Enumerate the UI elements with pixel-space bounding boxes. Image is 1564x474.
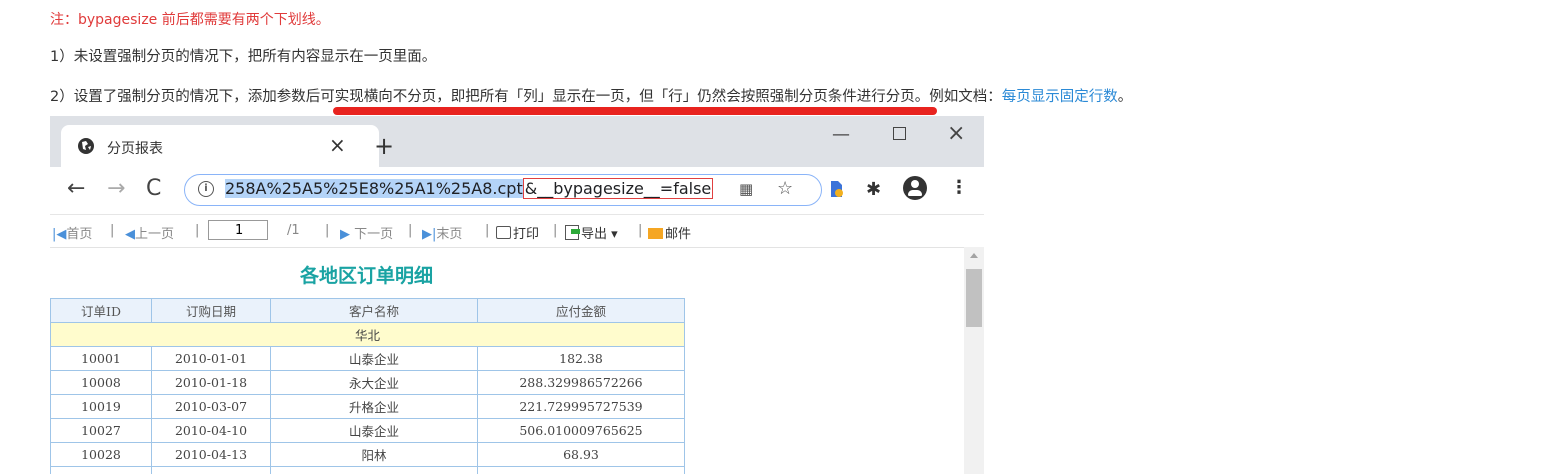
address-bar[interactable]: i 258A%25A5%25E8%25A1%25A8.cpt &__bypages…	[184, 174, 822, 206]
doc-line-2-text: 2）设置了强制分页的情况下，添加参数后可实现横向不分页，即把所有「列」显示在一页…	[50, 89, 1002, 105]
table-row: 10001 2010-01-01 山泰企业 182.38	[50, 346, 685, 371]
prev-page-icon: ◀	[125, 227, 135, 242]
table-cell	[477, 466, 685, 474]
last-page-button[interactable]: ▶|末页	[422, 223, 462, 242]
table-cell: 山泰企业	[270, 346, 478, 371]
extension-download-icon[interactable]	[828, 180, 844, 198]
forward-arrow-icon[interactable]: →	[107, 176, 125, 201]
extensions-puzzle-icon[interactable]: ✱	[866, 179, 881, 200]
table-cell	[50, 466, 152, 474]
maximize-icon[interactable]	[893, 127, 906, 140]
prev-page-button[interactable]: ◀上一页	[125, 223, 174, 242]
table-row: 10027 2010-04-10 山泰企业 506.010009765625	[50, 418, 685, 443]
report-title: 各地区订单明细	[299, 265, 433, 287]
table-cell	[270, 466, 478, 474]
table-cell: 506.010009765625	[477, 418, 685, 443]
browser-toolbar: ← → C i 258A%25A5%25E8%25A1%25A8.cpt &__b…	[50, 167, 984, 214]
total-pages: /1	[287, 223, 300, 238]
url-param: &__bypagesize__=false	[522, 178, 714, 199]
info-icon[interactable]: i	[198, 181, 214, 197]
column-header: 订单ID	[50, 298, 152, 323]
tab-close-button[interactable]: ×	[329, 133, 346, 157]
table-cell: 10019	[50, 394, 152, 419]
reload-icon[interactable]: C	[146, 176, 161, 201]
table-row-partial	[50, 466, 685, 474]
back-arrow-icon[interactable]: ←	[67, 176, 85, 201]
separator: |	[195, 223, 200, 238]
next-page-icon: ▶	[340, 227, 350, 242]
export-button[interactable]: 导出 ▾	[565, 223, 618, 242]
mail-button[interactable]: 邮件	[648, 223, 691, 242]
table-cell: 182.38	[477, 346, 685, 371]
profile-avatar-icon[interactable]	[903, 176, 927, 200]
scroll-up-icon[interactable]	[970, 253, 978, 258]
table-cell: 10027	[50, 418, 152, 443]
print-button[interactable]: 打印	[496, 223, 539, 242]
minimize-icon[interactable]: —	[832, 124, 850, 145]
table-cell: 阳林	[270, 442, 478, 467]
export-icon	[565, 225, 580, 240]
table-row: 10008 2010-01-18 永大企业 288.329986572266	[50, 370, 685, 395]
vertical-scrollbar[interactable]	[964, 247, 984, 474]
column-header: 订购日期	[151, 298, 271, 323]
globe-icon	[78, 138, 94, 154]
bookmark-star-icon[interactable]: ☆	[777, 178, 793, 199]
table-cell: 2010-01-01	[151, 346, 271, 371]
separator: |	[485, 223, 490, 238]
separator: |	[553, 223, 558, 238]
new-tab-button[interactable]: +	[374, 134, 394, 158]
url-text[interactable]: 258A%25A5%25E8%25A1%25A8.cpt &__bypagesiz…	[225, 178, 714, 199]
table-header-row: 订单ID 订购日期 客户名称 应付金额	[50, 298, 685, 323]
print-icon	[496, 226, 511, 239]
column-header: 应付金额	[477, 298, 685, 323]
table-cell: 221.729995727539	[477, 394, 685, 419]
url-base: 258A%25A5%25E8%25A1%25A8.cpt	[225, 179, 523, 198]
last-page-icon: ▶|	[422, 227, 437, 242]
table-cell: 永大企业	[270, 370, 478, 395]
table-cell: 2010-04-13	[151, 442, 271, 467]
window-close-icon[interactable]: ×	[947, 121, 965, 146]
browser-tab[interactable]: 分页报表 ×	[61, 125, 379, 167]
menu-kebab-icon[interactable]: ⋮	[950, 177, 968, 198]
table-cell: 68.93	[477, 442, 685, 467]
separator: |	[325, 223, 330, 238]
report-table: 订单ID 订购日期 客户名称 应付金额 华北 10001 2010-01-01 …	[50, 298, 685, 474]
table-cell: 山泰企业	[270, 418, 478, 443]
table-cell: 2010-03-07	[151, 394, 271, 419]
region-cell: 华北	[50, 322, 685, 347]
mail-icon	[648, 228, 663, 239]
region-row: 华北	[50, 322, 685, 347]
table-row: 10028 2010-04-13 阳林 68.93	[50, 442, 685, 467]
table-cell: 升格企业	[270, 394, 478, 419]
browser-window: 分页报表 × + — × ← → C i 258A%25A5%25E8%25A1…	[50, 116, 984, 474]
separator: |	[110, 223, 115, 238]
note-text: 注：bypagesize 前后都需要有两个下划线。	[50, 12, 330, 28]
table-cell	[151, 466, 271, 474]
first-page-button[interactable]: |◀首页	[52, 223, 92, 242]
tab-title: 分页报表	[107, 141, 163, 157]
table-cell: 10008	[50, 370, 152, 395]
red-highlight-underline	[333, 107, 937, 115]
column-header: 客户名称	[270, 298, 478, 323]
report-page: |◀首页 | ◀上一页 | 1 /1 | ▶ 下一页 | ▶|末页 | 打印 |…	[50, 214, 984, 474]
separator: |	[408, 223, 413, 238]
fixed-rows-link[interactable]: 每页显示固定行数	[1002, 89, 1118, 105]
separator: |	[638, 223, 643, 238]
table-cell: 288.329986572266	[477, 370, 685, 395]
next-page-button[interactable]: ▶ 下一页	[340, 223, 393, 242]
report-toolbar: |◀首页 | ◀上一页 | 1 /1 | ▶ 下一页 | ▶|末页 | 打印 |…	[50, 215, 984, 248]
table-cell: 10028	[50, 442, 152, 467]
table-cell: 2010-04-10	[151, 418, 271, 443]
doc-line-1: 1）未设置强制分页的情况下，把所有内容显示在一页里面。	[50, 49, 437, 65]
doc-line-2: 2）设置了强制分页的情况下，添加参数后可实现横向不分页，即把所有「列」显示在一页…	[50, 85, 1132, 106]
first-page-icon: |◀	[52, 227, 67, 242]
table-cell: 10001	[50, 346, 152, 371]
qr-code-icon[interactable]: ▦	[739, 180, 753, 198]
page-number-input[interactable]: 1	[208, 220, 268, 240]
table-row: 10019 2010-03-07 升格企业 221.729995727539	[50, 394, 685, 419]
scroll-thumb[interactable]	[966, 269, 982, 327]
doc-line-2-end: 。	[1117, 89, 1133, 105]
table-cell: 2010-01-18	[151, 370, 271, 395]
